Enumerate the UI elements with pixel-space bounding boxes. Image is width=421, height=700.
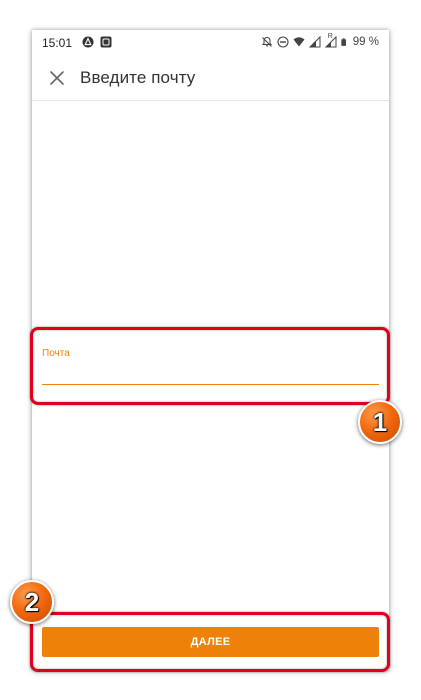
wifi-icon	[293, 37, 305, 47]
app-bar: Введите почту	[32, 56, 389, 101]
app-notification-icon	[82, 36, 94, 48]
email-field-label: Почта	[42, 348, 70, 359]
mute-icon	[261, 36, 272, 47]
step-badge-2: 2	[10, 580, 54, 624]
status-right-icons: R 99 %	[261, 33, 379, 48]
page-title: Введите почту	[80, 68, 196, 87]
close-button[interactable]	[46, 67, 68, 89]
screenshot-stage: 15:01 R 99 % Введите почту Почта ДАЛЕЕ 1…	[0, 0, 421, 700]
email-field-container: Почта	[42, 343, 379, 388]
next-button[interactable]: ДАЛЕЕ	[42, 627, 379, 657]
signal-icon	[308, 36, 321, 48]
step-badge-1: 1	[358, 400, 402, 444]
roaming-mark: R	[327, 33, 333, 40]
status-time: 15:01	[42, 36, 73, 50]
status-left-icons	[82, 36, 112, 48]
do-not-disturb-icon	[277, 36, 289, 48]
close-icon	[50, 71, 64, 85]
battery-icon	[341, 38, 346, 46]
phone-screen: 15:01 R 99 % Введите почту Почта ДАЛЕЕ	[32, 30, 389, 670]
email-input[interactable]	[42, 363, 379, 385]
screenshot-notification-icon	[100, 36, 112, 48]
battery-percent: 99 %	[352, 36, 379, 48]
roaming-signal-icon: R	[324, 33, 337, 48]
status-bar: 15:01 R 99 %	[32, 30, 389, 56]
